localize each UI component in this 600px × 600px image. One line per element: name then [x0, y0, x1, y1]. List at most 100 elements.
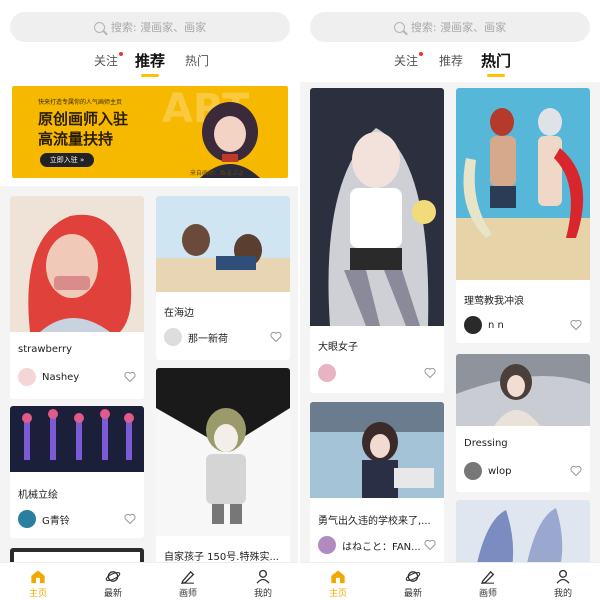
feed-tabs: 关注 推荐 热门	[0, 50, 300, 80]
tab-recommend[interactable]: 推荐	[439, 52, 463, 69]
planet-icon	[105, 571, 121, 582]
artwork-title: Dressing	[464, 438, 508, 449]
artist-row[interactable]: はねこと：FAN...	[318, 536, 421, 554]
search-bar[interactable]: 搜索: 漫画家、画家	[10, 12, 290, 42]
banner-source: 来自画师：ぬるぶよ	[190, 170, 245, 177]
header: 搜索: 漫画家、画家 关注 推荐 热门	[300, 0, 600, 82]
nav-home[interactable]: 主页	[18, 569, 58, 599]
pen-icon	[181, 570, 195, 584]
artwork-thumbnail	[310, 88, 444, 326]
avatar	[318, 364, 336, 382]
banner-subtitle: 快来打造专属你的人气画师主页	[38, 99, 123, 106]
artwork-thumbnail	[456, 354, 590, 426]
artwork-card[interactable]: 大眼女子	[310, 88, 444, 393]
artwork-card[interactable]: 理莺教我冲浪 n n	[456, 88, 590, 343]
artist-name: G青铃	[42, 515, 70, 527]
artist-name: 那一新荷	[188, 333, 228, 345]
artist-row[interactable]: wlop	[464, 462, 511, 480]
artwork-thumbnail	[456, 88, 590, 280]
artist-name: n n	[488, 319, 504, 331]
planet-icon	[405, 571, 421, 582]
user-icon	[556, 569, 570, 584]
avatar	[464, 462, 482, 480]
artist-row[interactable]: n n	[464, 316, 504, 334]
artwork-card[interactable]: 机械立绘 G青铃	[10, 406, 144, 538]
artwork-card[interactable]: 勇气出久违的学校来了,... はねこと：FAN...	[310, 402, 444, 568]
avatar	[18, 510, 36, 528]
artwork-title: 理莺教我冲浪	[464, 296, 524, 307]
avatar	[164, 328, 182, 346]
search-icon	[93, 21, 105, 33]
artwork-card[interactable]: strawberry Nashey	[10, 196, 144, 399]
active-tab-indicator	[487, 74, 505, 77]
artist-recruit-banner[interactable]: ART 快来打造专属你的人气画师主页 原创画师入驻 高流量扶持 立即入驻 » 来…	[12, 86, 288, 178]
artist-row[interactable]: G青铃	[18, 510, 70, 528]
heart-icon[interactable]	[570, 465, 582, 477]
pen-icon	[481, 570, 495, 584]
artist-name: Nashey	[42, 371, 80, 383]
heart-icon[interactable]	[124, 371, 136, 383]
nav-profile[interactable]: 我的	[543, 569, 583, 599]
heart-icon[interactable]	[270, 331, 282, 343]
nav-profile[interactable]: 我的	[243, 569, 283, 599]
avatar	[464, 316, 482, 334]
nav-latest[interactable]: 最新	[93, 569, 133, 599]
tab-follow[interactable]: 关注	[94, 52, 124, 69]
user-icon	[256, 569, 270, 584]
heart-icon[interactable]	[570, 319, 582, 331]
tab-follow[interactable]: 关注	[394, 52, 424, 69]
tab-hot[interactable]: 热门	[185, 52, 209, 69]
avatar	[318, 536, 336, 554]
artwork-title: 自家孩子 150号.特殊实...	[164, 552, 279, 563]
artwork-card[interactable]: 在海边 那一新荷	[156, 196, 290, 360]
hot-screen: 搜索: 漫画家、画家 关注 推荐 热门 大眼女子 理莺教我冲浪 n n 勇气出久…	[300, 0, 600, 600]
artist-row[interactable]	[318, 364, 342, 382]
avatar	[18, 368, 36, 386]
artwork-thumbnail	[156, 196, 290, 292]
artwork-title: 在海边	[164, 308, 194, 319]
artist-row[interactable]: Nashey	[18, 368, 79, 386]
search-placeholder: 搜索: 漫画家、画家	[410, 21, 507, 34]
artwork-title: strawberry	[18, 344, 73, 355]
join-now-button[interactable]: 立即入驻 »	[40, 153, 94, 167]
recommend-screen: 搜索: 漫画家、画家 关注 推荐 热门 ART 快来打造专属你的人气画师主页 原…	[0, 0, 300, 600]
artwork-thumbnail	[310, 402, 444, 498]
notification-dot	[119, 52, 124, 56]
heart-icon[interactable]	[424, 367, 436, 379]
header: 搜索: 漫画家、画家 关注 推荐 热门	[0, 0, 300, 82]
bottom-navigation: 主页 最新 画师 我的	[0, 562, 300, 600]
artist-name: wlop	[488, 465, 512, 477]
artwork-title: 大眼女子	[318, 342, 358, 353]
tab-recommend[interactable]: 推荐	[135, 50, 165, 77]
artwork-card[interactable]: Dressing wlop	[456, 354, 590, 492]
heart-icon[interactable]	[424, 539, 436, 551]
search-bar[interactable]: 搜索: 漫画家、画家	[310, 12, 590, 42]
artwork-thumbnail	[10, 406, 144, 472]
bottom-navigation: 主页 最新 画师 我的	[300, 562, 600, 600]
notification-dot	[419, 52, 424, 56]
heart-icon[interactable]	[124, 513, 136, 525]
search-icon	[393, 21, 405, 33]
nav-home[interactable]: 主页	[318, 569, 358, 599]
artwork-card[interactable]: 自家孩子 150号.特殊实...	[156, 368, 290, 568]
search-placeholder: 搜索: 漫画家、画家	[110, 21, 207, 34]
tab-hot[interactable]: 热门	[481, 50, 511, 77]
artist-name: はねこと：FAN...	[342, 541, 421, 553]
active-tab-indicator	[141, 74, 159, 77]
artwork-thumbnail	[10, 196, 144, 332]
artwork-title: 勇气出久违的学校来了,...	[318, 516, 431, 527]
artwork-title: 机械立绘	[18, 490, 58, 501]
home-icon	[31, 570, 45, 584]
feed-tabs: 关注 推荐 热门	[300, 50, 600, 80]
banner-character-illustration	[200, 102, 260, 178]
nav-artists[interactable]: 画师	[168, 569, 208, 599]
artwork-thumbnail	[156, 368, 290, 536]
artist-row[interactable]: 那一新荷	[164, 328, 228, 346]
nav-latest[interactable]: 最新	[393, 569, 433, 599]
banner-headline-1: 原创画师入驻	[38, 110, 129, 128]
banner-headline-2: 高流量扶持	[38, 130, 114, 148]
artwork-thumbnail	[456, 500, 590, 568]
nav-artists[interactable]: 画师	[468, 569, 508, 599]
artwork-card[interactable]	[456, 500, 590, 568]
home-icon	[331, 570, 345, 584]
